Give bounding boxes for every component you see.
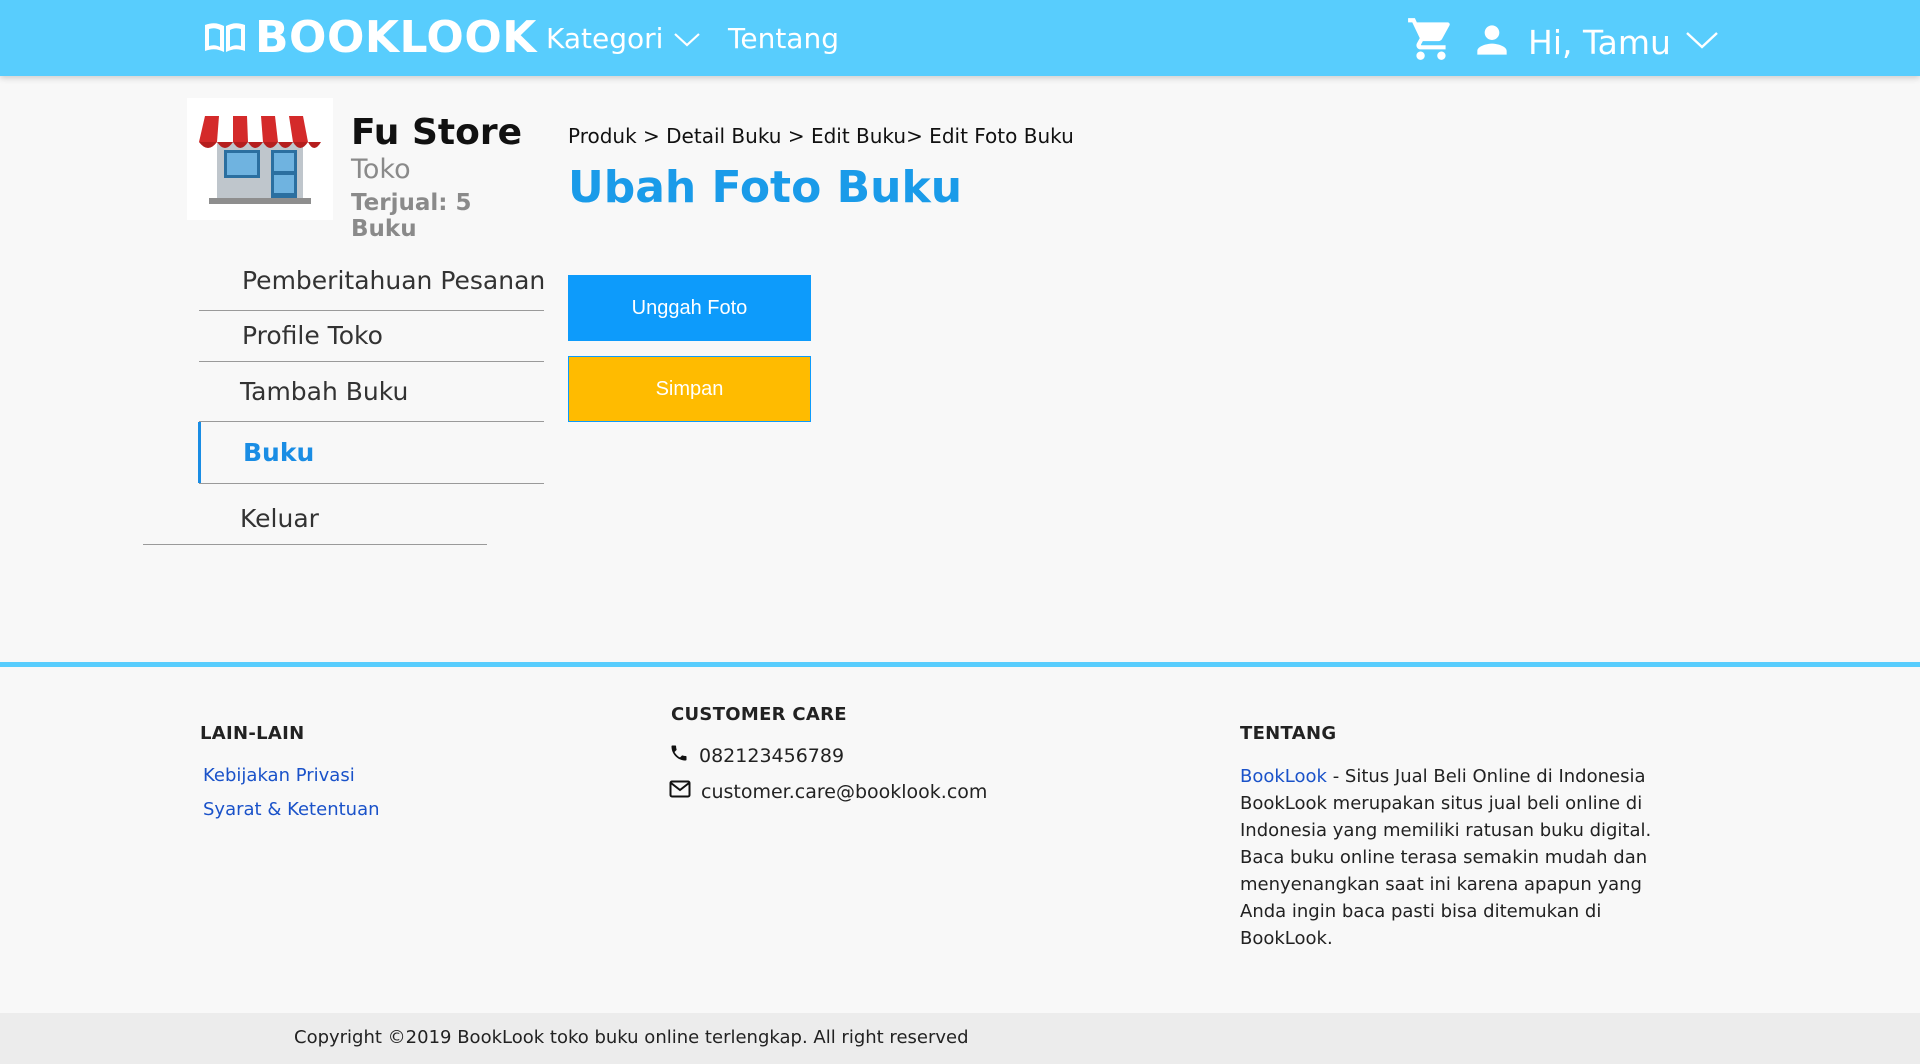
sidebar-item-buku[interactable]: Buku	[243, 424, 314, 480]
about-description: - Situs Jual Beli Online di Indonesia Bo…	[1240, 766, 1652, 949]
top-navbar: BOOKLOOK Kategori Tentang Hi, Tamu	[0, 0, 1920, 76]
store-card: Fu Store Toko Terjual: 5 Buku	[187, 98, 527, 242]
nav-kategori[interactable]: Kategori	[546, 18, 701, 58]
store-image	[187, 98, 333, 220]
footer-phone: 082123456789	[669, 743, 844, 768]
nav-kategori-label: Kategori	[546, 21, 664, 55]
chevron-down-icon	[673, 22, 701, 55]
sidebar-divider	[199, 483, 544, 484]
phone-number: 082123456789	[699, 744, 845, 767]
user-icon	[1470, 18, 1514, 66]
cart-icon[interactable]	[1406, 14, 1456, 64]
footer-care-heading: CUSTOMER CARE	[671, 704, 847, 725]
about-brand-link[interactable]: BookLook	[1240, 766, 1327, 787]
mail-icon	[669, 780, 691, 803]
footer-lain-heading: LAIN-LAIN	[200, 723, 305, 744]
phone-icon	[669, 743, 689, 768]
footer-link-kebijakan-privasi[interactable]: Kebijakan Privasi	[203, 765, 355, 786]
chevron-down-icon	[1685, 30, 1719, 54]
footer: LAIN-LAIN Kebijakan Privasi Syarat & Ket…	[0, 667, 1920, 1013]
user-menu[interactable]: Hi, Tamu	[1470, 14, 1719, 70]
brand-name: BOOKLOOK	[255, 11, 537, 63]
brand-logo[interactable]: BOOKLOOK	[203, 11, 537, 63]
sidebar-divider	[199, 361, 544, 362]
page-title: Ubah Foto Buku	[568, 162, 963, 213]
nav-tentang[interactable]: Tentang	[728, 18, 839, 58]
footer-about-text: BookLook - Situs Jual Beli Online di Ind…	[1240, 763, 1660, 952]
footer-email: customer.care@booklook.com	[669, 780, 987, 803]
sidebar-item-tambah-buku[interactable]: Tambah Buku	[240, 363, 408, 419]
store-sold-count: Terjual: 5 Buku	[351, 190, 472, 242]
user-greeting: Hi, Tamu	[1528, 22, 1671, 62]
save-button[interactable]: Simpan	[568, 356, 811, 422]
copyright-bar: Copyright ©2019 BookLook toko buku onlin…	[0, 1013, 1920, 1064]
footer-link-syarat-ketentuan[interactable]: Syarat & Ketentuan	[203, 799, 380, 820]
sidebar-divider	[199, 421, 544, 422]
footer-tentang-heading: TENTANG	[1240, 723, 1337, 744]
sidebar-item-keluar[interactable]: Keluar	[240, 490, 319, 546]
upload-photo-button[interactable]: Unggah Foto	[568, 275, 811, 341]
store-type: Toko	[351, 154, 411, 185]
sidebar-divider	[143, 544, 487, 545]
sidebar-item-pemberitahuan-pesanan[interactable]: Pemberitahuan Pesanan	[242, 252, 545, 308]
open-book-icon	[203, 19, 247, 55]
email-address[interactable]: customer.care@booklook.com	[701, 781, 987, 803]
breadcrumb: Produk > Detail Buku > Edit Buku> Edit F…	[568, 124, 1074, 148]
sidebar-active-indicator	[198, 422, 201, 483]
copyright-text: Copyright ©2019 BookLook toko buku onlin…	[294, 1027, 969, 1048]
nav-tentang-label: Tentang	[728, 21, 839, 55]
sidebar-item-profile-toko[interactable]: Profile Toko	[242, 307, 383, 363]
store-name: Fu Store	[351, 112, 522, 153]
